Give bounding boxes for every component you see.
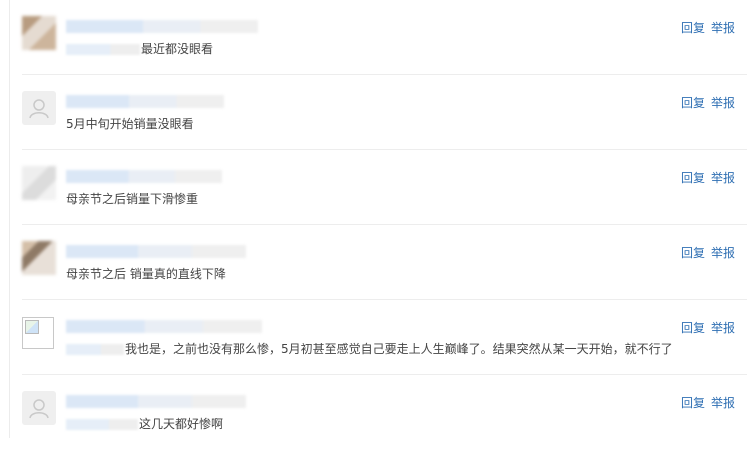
broken-image-icon: [25, 320, 39, 334]
comment-body: 这几天都好惨啊: [139, 417, 224, 431]
username-redacted: [66, 170, 222, 183]
comment-text: 最近都没眼看: [66, 41, 213, 57]
avatar[interactable]: [22, 391, 56, 425]
reply-link[interactable]: 回复: [681, 96, 705, 110]
report-link[interactable]: 举报: [711, 96, 735, 110]
report-link[interactable]: 举报: [711, 321, 735, 335]
avatar[interactable]: [22, 91, 56, 125]
comment-item: 母亲节之后 销量真的直线下降 回复 举报: [22, 225, 747, 300]
comment-list: 最近都没眼看 回复 举报 5月中旬开始销量没眼看 回复 举报 母亲节之后销量下滑惨重…: [0, 0, 747, 438]
comment-item: 5月中旬开始销量没眼看 回复 举报: [22, 75, 747, 150]
report-link[interactable]: 举报: [711, 396, 735, 410]
avatar[interactable]: [22, 241, 56, 275]
list-divider: [9, 0, 10, 438]
comment-actions: 回复 举报: [681, 19, 735, 36]
comment-actions: 回复 举报: [681, 319, 735, 336]
avatar[interactable]: [22, 317, 54, 349]
redacted-mention: [66, 44, 140, 55]
comment-text: 我也是，之前也没有那么惨，5月初甚至感觉自己要走上人生巅峰了。结果突然从某一天开…: [66, 341, 673, 357]
comment-text: 5月中旬开始销量没眼看: [66, 116, 194, 132]
default-user-icon: [29, 99, 49, 119]
report-link[interactable]: 举报: [711, 171, 735, 185]
username-redacted: [66, 95, 224, 108]
default-user-icon: [29, 399, 49, 419]
comment-actions: 回复 举报: [681, 394, 735, 411]
comment-actions: 回复 举报: [681, 94, 735, 111]
reply-link[interactable]: 回复: [681, 21, 705, 35]
comment-text: 母亲节之后销量下滑惨重: [66, 191, 198, 207]
comment-body: 母亲节之后销量下滑惨重: [66, 192, 199, 206]
comment-item: 我也是，之前也没有那么惨，5月初甚至感觉自己要走上人生巅峰了。结果突然从某一天开…: [22, 300, 747, 375]
comment-body: 最近都没眼看: [141, 42, 214, 56]
username-redacted: [66, 320, 262, 333]
report-link[interactable]: 举报: [711, 21, 735, 35]
username-redacted: [66, 245, 246, 258]
username-redacted: [66, 20, 258, 33]
comment-body: 母亲节之后 销量真的直线下降: [66, 267, 226, 281]
avatar[interactable]: [22, 166, 56, 200]
comment-actions: 回复 举报: [681, 169, 735, 186]
comment-actions: 回复 举报: [681, 244, 735, 261]
reply-link[interactable]: 回复: [681, 321, 705, 335]
reply-link[interactable]: 回复: [681, 246, 705, 260]
comment-item: 母亲节之后销量下滑惨重 回复 举报: [22, 150, 747, 225]
reply-link[interactable]: 回复: [681, 171, 705, 185]
redacted-mention: [66, 344, 124, 355]
comment-body: 我也是，之前也没有那么惨，5月初甚至感觉自己要走上人生巅峰了。结果突然从某一天开…: [125, 342, 673, 356]
comment-text: 母亲节之后 销量真的直线下降: [66, 266, 226, 282]
comment-body: 5月中旬开始销量没眼看: [66, 117, 194, 131]
comment-item: 最近都没眼看 回复 举报: [22, 0, 747, 75]
avatar[interactable]: [22, 16, 56, 50]
username-redacted: [66, 395, 246, 408]
redacted-mention: [66, 419, 138, 430]
reply-link[interactable]: 回复: [681, 396, 705, 410]
comment-text: 这几天都好惨啊: [66, 416, 223, 432]
report-link[interactable]: 举报: [711, 246, 735, 260]
